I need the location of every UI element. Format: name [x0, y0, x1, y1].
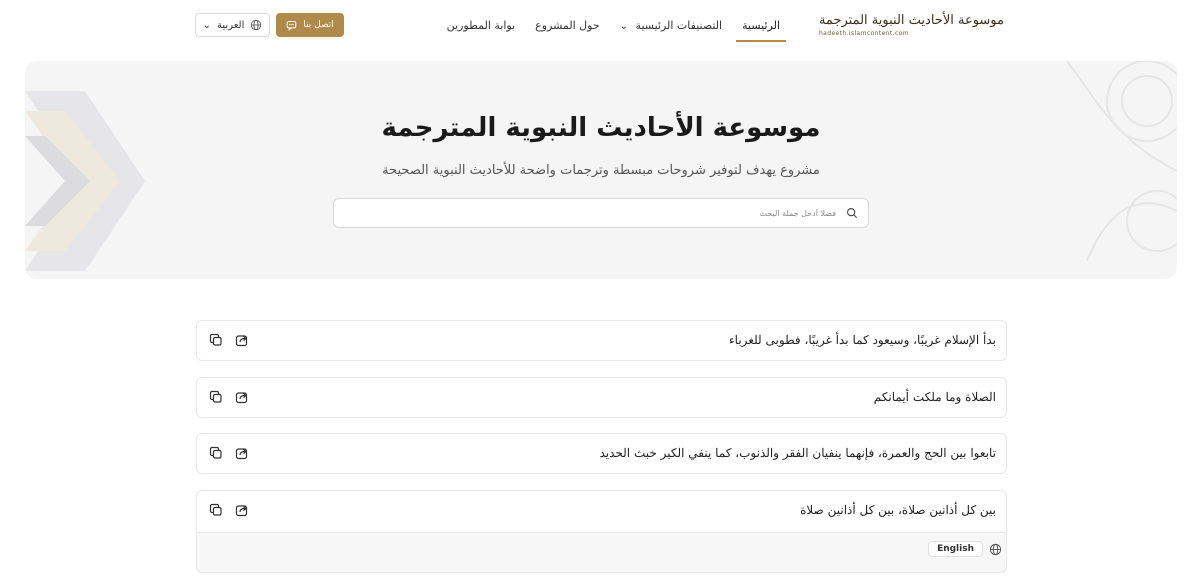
main-nav: الرئيسية التصنيفات الرئيسية ⌄ حول المشرو… [447, 10, 786, 42]
chat-icon [286, 20, 297, 31]
language-label: العربية [217, 19, 245, 31]
contact-button[interactable]: اتصل بنا [276, 13, 344, 37]
hadith-card[interactable]: الصلاة وما ملكت أيمانكم [196, 377, 1007, 418]
chevron-down-icon: ⌄ [619, 20, 629, 32]
nav-developers[interactable]: بوابة المطورين [447, 13, 515, 38]
copy-icon[interactable] [209, 503, 223, 517]
share-icon[interactable] [235, 390, 249, 404]
language-selector[interactable]: العربية ⌄ [195, 13, 270, 37]
globe-icon [251, 19, 262, 31]
hadith-card[interactable]: بين كل أذانين صلاة، بين كل أذانين صلاة E… [196, 490, 1007, 573]
copy-icon[interactable] [209, 333, 223, 347]
hadith-text[interactable]: تابعوا بين الحج والعمرة، فإنهما ينفيان ا… [599, 434, 996, 473]
translation-selector: English [928, 541, 1002, 557]
nav-categories[interactable]: التصنيفات الرئيسية ⌄ [620, 13, 722, 38]
contact-label: اتصل بنا [303, 20, 334, 30]
hadith-text[interactable]: بدأ الإسلام غريبًا، وسيعود كما بدأ غريبً… [729, 321, 996, 360]
share-icon[interactable] [235, 333, 249, 347]
nav-home[interactable]: الرئيسية [736, 13, 786, 42]
decorative-ornament-icon [1066, 61, 1177, 261]
translation-language-button[interactable]: English [928, 541, 983, 557]
search-input[interactable] [344, 207, 838, 219]
hero-banner: موسوعة الأحاديث النبوية المترجمة مشروع ي… [25, 61, 1177, 279]
search-icon[interactable] [846, 207, 858, 219]
copy-icon[interactable] [209, 390, 223, 404]
globe-icon [989, 543, 1002, 555]
logo-url: hadeeth.islamcontent.com [818, 30, 909, 37]
chevron-down-icon: ⌄ [202, 19, 212, 31]
search-box[interactable] [333, 198, 869, 228]
hadith-card[interactable]: تابعوا بين الحج والعمرة، فإنهما ينفيان ا… [196, 433, 1007, 474]
hadith-card[interactable]: بدأ الإسلام غريبًا، وسيعود كما بدأ غريبً… [196, 320, 1007, 361]
hadith-text[interactable]: بين كل أذانين صلاة، بين كل أذانين صلاة [800, 491, 996, 530]
copy-icon[interactable] [209, 446, 223, 460]
share-icon[interactable] [235, 446, 249, 460]
nav-categories-label: التصنيفات الرئيسية [635, 18, 723, 32]
page-title: موسوعة الأحاديث النبوية المترجمة [381, 113, 821, 143]
nav-about[interactable]: حول المشروع [535, 13, 600, 38]
hadith-text[interactable]: الصلاة وما ملكت أيمانكم [874, 378, 996, 417]
page-subtitle: مشروع يهدف لتوفير شروحات مبسطة وترجمات و… [382, 163, 820, 178]
site-logo[interactable]: موسوعة الأحاديث النبوية المترجمة hadeeth… [819, 8, 1008, 42]
share-icon[interactable] [235, 503, 249, 517]
logo-title: موسوعة الأحاديث النبوية المترجمة [818, 13, 1004, 28]
site-header: موسوعة الأحاديث النبوية المترجمة hadeeth… [0, 0, 1200, 50]
